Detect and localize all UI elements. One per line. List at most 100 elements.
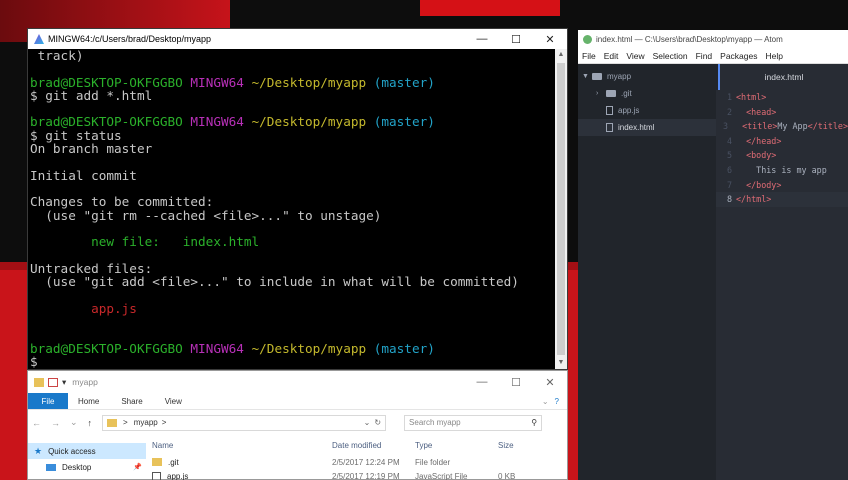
column-header-size[interactable]: Size bbox=[498, 441, 558, 450]
tree-item-git[interactable]: › .git bbox=[578, 85, 716, 102]
pin-icon[interactable]: 📌 bbox=[133, 463, 142, 471]
code-line[interactable]: 3 <title>My App</title> bbox=[716, 119, 848, 134]
recent-dropdown-icon[interactable]: ⌄ bbox=[70, 417, 78, 428]
minimize-button[interactable]: — bbox=[465, 29, 499, 49]
ribbon-expand-icon[interactable]: ⌄ bbox=[542, 397, 549, 406]
atom-window[interactable]: index.html — C:\Users\brad\Desktop\myapp… bbox=[578, 30, 848, 480]
nav-item-desktop[interactable]: Desktop 📌 bbox=[28, 459, 146, 475]
terminal-line: (use "git add <file>..." to include in w… bbox=[30, 275, 553, 288]
refresh-icon[interactable]: ↻ bbox=[374, 418, 381, 427]
tree-root[interactable]: ▼ myapp bbox=[578, 68, 716, 85]
menu-item-help[interactable]: Help bbox=[766, 51, 783, 61]
back-icon[interactable]: ← bbox=[32, 418, 41, 428]
html-tag: </html> bbox=[736, 194, 772, 205]
scroll-up-icon[interactable]: ▲ bbox=[555, 49, 567, 61]
terminal-line: app.js bbox=[30, 301, 553, 315]
search-icon[interactable]: ⚲ bbox=[531, 418, 537, 427]
terminal-titlebar[interactable]: MINGW64:/c/Users/brad/Desktop/myapp — ☐ … bbox=[28, 29, 567, 49]
ribbon-file-tab[interactable]: File bbox=[28, 393, 68, 409]
menu-item-find[interactable]: Find bbox=[696, 51, 713, 61]
folder-icon bbox=[606, 90, 616, 97]
terminal-line: $ git add *.html bbox=[30, 89, 553, 102]
menu-item-file[interactable]: File bbox=[582, 51, 596, 61]
code-text: <body> bbox=[736, 148, 776, 163]
help-icon[interactable]: ? bbox=[555, 397, 559, 406]
menu-item-selection[interactable]: Selection bbox=[653, 51, 688, 61]
close-button[interactable]: ✕ bbox=[533, 372, 567, 392]
menu-item-view[interactable]: View bbox=[626, 51, 644, 61]
ribbon-tab-view[interactable]: View bbox=[165, 397, 182, 406]
menu-item-edit[interactable]: Edit bbox=[604, 51, 619, 61]
address-dropdown-icon[interactable]: ⌄ bbox=[364, 418, 371, 427]
code-text: </head> bbox=[736, 134, 781, 149]
terminal-line: track) bbox=[30, 49, 553, 62]
terminal-window[interactable]: MINGW64:/c/Users/brad/Desktop/myapp — ☐ … bbox=[27, 28, 568, 370]
code-line[interactable]: 7 </body> bbox=[716, 178, 848, 193]
explorer-titlebar[interactable]: ▾ myapp — ☐ ✕ bbox=[28, 371, 567, 393]
file-row[interactable]: .git 2/5/2017 12:24 PM File folder bbox=[146, 455, 567, 469]
terminal-text: (master) bbox=[366, 340, 435, 356]
search-input[interactable]: Search myapp ⚲ bbox=[404, 414, 543, 431]
terminal-text: (use "git rm --cached <file>..." to unst… bbox=[30, 207, 382, 223]
tree-item-appjs[interactable]: app.js bbox=[578, 102, 716, 119]
quick-access-dropdown-icon[interactable]: ▾ bbox=[62, 377, 66, 388]
terminal-output[interactable]: track) brad@DESKTOP-OKFGGBO MINGW64 ~/Des… bbox=[28, 49, 555, 369]
terminal-line: On branch master bbox=[30, 142, 553, 155]
terminal-scrollbar[interactable]: ▲ ▼ bbox=[555, 49, 567, 369]
line-number: 2 bbox=[726, 106, 732, 117]
maximize-button[interactable]: ☐ bbox=[499, 372, 533, 392]
terminal-text: ~/Desktop/myapp bbox=[243, 114, 367, 130]
tree-view: ▼ myapp › .git app.js index.html bbox=[578, 64, 716, 480]
html-tag: </head> bbox=[746, 135, 782, 146]
atom-titlebar[interactable]: index.html — C:\Users\brad\Desktop\myapp… bbox=[578, 30, 848, 48]
maximize-button[interactable]: ☐ bbox=[499, 29, 533, 49]
code-line[interactable]: 4 </head> bbox=[716, 134, 848, 149]
file-row[interactable]: app.js 2/5/2017 12:19 PM JavaScript File 0 … bbox=[146, 469, 567, 480]
code-editor[interactable]: 1 <html> 2 <head> 3 <title>My App</title> 4 … bbox=[716, 90, 848, 207]
desktop-icon bbox=[46, 463, 56, 471]
ribbon-tab-home[interactable]: Home bbox=[78, 397, 99, 406]
menu-item-packages[interactable]: Packages bbox=[720, 51, 757, 61]
scroll-down-icon[interactable]: ▼ bbox=[555, 357, 567, 369]
tree-item-indexhtml[interactable]: index.html bbox=[578, 119, 716, 136]
code-line[interactable]: 6 This is my app bbox=[716, 163, 848, 178]
ribbon-tab-share[interactable]: Share bbox=[121, 397, 142, 406]
column-header-date-modified[interactable]: Date modified bbox=[332, 441, 415, 450]
file-size: 0 KB bbox=[498, 471, 516, 480]
tab-index-html[interactable]: index.html bbox=[718, 64, 848, 90]
terminal-text: $ git add *.html bbox=[30, 87, 153, 103]
up-icon[interactable]: ↑ bbox=[88, 418, 93, 428]
minimize-button[interactable]: — bbox=[465, 372, 499, 392]
code-text: </html> bbox=[736, 192, 771, 207]
nav-item-quick-access[interactable]: ★ Quick access bbox=[28, 443, 146, 459]
forward-icon[interactable]: → bbox=[51, 418, 60, 428]
properties-icon[interactable] bbox=[48, 377, 58, 387]
line-number: 6 bbox=[726, 164, 732, 175]
terminal-line: brad@DESKTOP-OKFGGBO MINGW64 ~/Desktop/m… bbox=[30, 340, 553, 356]
file-explorer-window[interactable]: ▾ myapp — ☐ ✕ File Home Share View ⌄ ? ←… bbox=[27, 370, 568, 480]
file-list-header: Name Date modified Type Size bbox=[146, 435, 567, 455]
tree-item-label: index.html bbox=[618, 123, 655, 132]
column-header-name[interactable]: Name bbox=[152, 441, 332, 450]
code-line[interactable]: 2 <head> bbox=[716, 105, 848, 120]
chevron-down-icon: ▼ bbox=[582, 73, 589, 80]
code-line[interactable]: 1 <html> bbox=[716, 90, 848, 105]
folder-icon bbox=[34, 377, 44, 387]
code-text: </body> bbox=[736, 178, 781, 193]
editor-pane[interactable]: index.html 1 <html> 2 <head> 3 <title>My Ap… bbox=[716, 64, 848, 480]
column-header-type[interactable]: Type bbox=[415, 441, 498, 450]
terminal-text: (use "git add <file>..." to include in w… bbox=[30, 274, 519, 290]
code-line[interactable]: 5 <body> bbox=[716, 148, 848, 163]
code-token: My App bbox=[777, 121, 808, 132]
code-line[interactable]: 8 </html> bbox=[716, 192, 848, 207]
navigation-pane: ★ Quick access Desktop 📌 bbox=[28, 435, 146, 479]
explorer-main: ★ Quick access Desktop 📌 Name Date modified T… bbox=[28, 435, 567, 480]
close-button[interactable]: ✕ bbox=[533, 29, 567, 49]
scrollbar-thumb[interactable] bbox=[557, 63, 565, 355]
address-box[interactable]: > myapp > ⌄ ↻ bbox=[102, 414, 387, 431]
file-list[interactable]: Name Date modified Type Size .git 2/5/2017 1… bbox=[146, 435, 567, 480]
